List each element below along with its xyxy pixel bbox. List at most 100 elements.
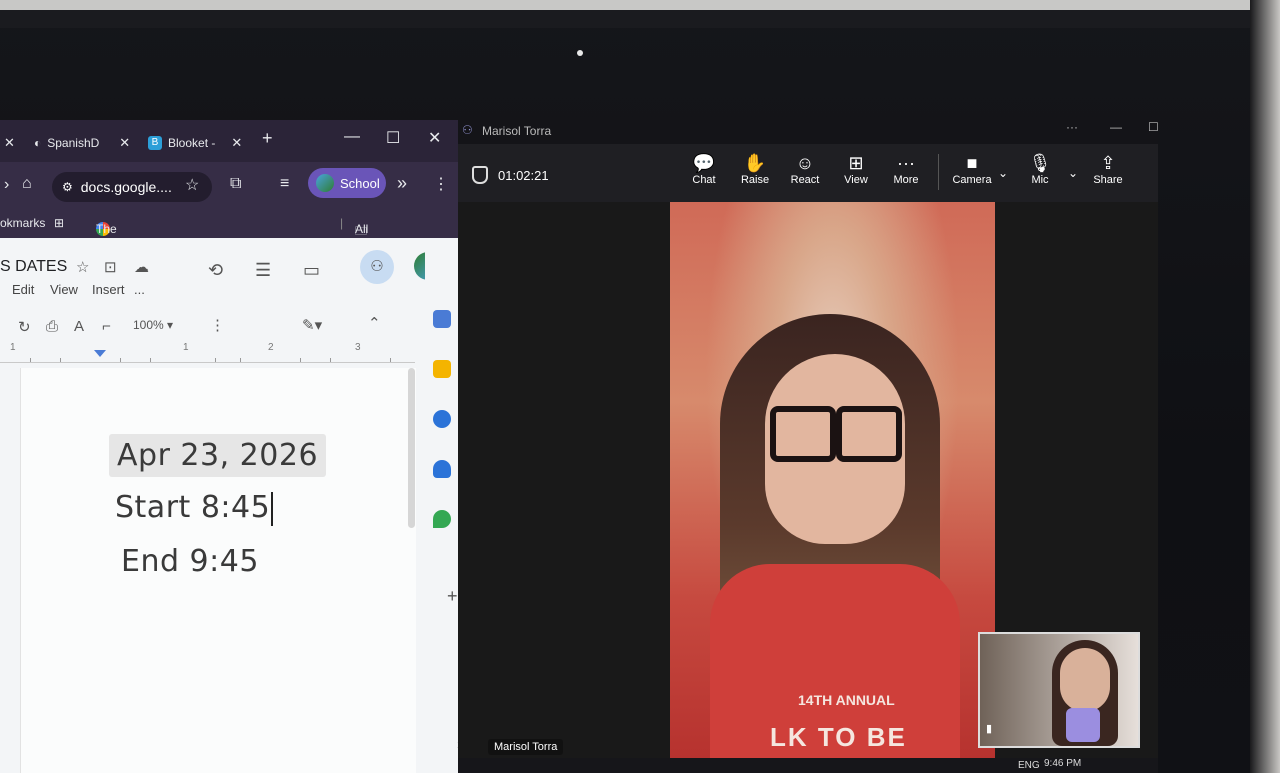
signal-icon: ▮ — [986, 723, 993, 735]
share-user-icon[interactable]: ⚇ — [360, 250, 394, 284]
menu-edit[interactable]: Edit — [12, 282, 34, 297]
calendar-icon[interactable] — [433, 310, 451, 328]
tab-bar: ✕ ◐ SpanishD ✕ B Blooket - ✕ + — ☐ ✕ — [0, 120, 460, 162]
clock[interactable]: 9:46 PM — [1044, 758, 1081, 769]
more-vert-icon[interactable]: ⋮ — [210, 316, 225, 334]
doc-scrollbar[interactable] — [408, 368, 415, 528]
new-tab-button[interactable]: + — [262, 128, 273, 149]
zoom-select[interactable]: 100% ▾ — [133, 318, 173, 332]
more-options-icon[interactable]: ··· — [1066, 120, 1078, 134]
print-icon[interactable]: ⎙ — [46, 318, 58, 335]
bookmarks-bar: okmarks ⊞ The Newspaper Cut... | 🗀 All B… — [0, 210, 460, 264]
ruler-tick — [240, 358, 241, 362]
meeting-controls: 01:02:21 💬 Chat ✋ Raise ☺ React ⊞ View ··· Mo… — [458, 144, 1158, 203]
tasks-icon[interactable] — [433, 410, 451, 428]
ruler-tick — [120, 358, 121, 362]
language-indicator[interactable]: ENG — [1018, 760, 1040, 771]
forward-icon[interactable]: › — [4, 176, 9, 194]
home-icon[interactable]: ⌂ — [22, 175, 32, 193]
close-icon[interactable]: ✕ — [119, 135, 130, 151]
paint-format-icon[interactable]: ⌐ — [102, 318, 111, 335]
share-icon: ⇪ — [1100, 153, 1116, 173]
tab-label: Blooket - — [168, 136, 216, 150]
maximize-icon[interactable]: ☐ — [386, 128, 400, 148]
chat-label: Chat — [692, 174, 716, 186]
menu-insert[interactable]: Insert — [92, 282, 125, 297]
mic-icon: 🎙 — [1028, 153, 1052, 173]
document-page[interactable]: Apr 23, 2026 Start 8:45 End 9:45 — [20, 368, 416, 773]
doc-title[interactable]: S DATES — [0, 258, 67, 276]
side-panel: + › — [425, 238, 460, 773]
spellcheck-icon[interactable]: A — [74, 318, 84, 335]
move-folder-icon[interactable]: ⊡ — [104, 258, 117, 276]
bookmark-star-icon[interactable]: ☆ — [185, 175, 199, 195]
chat-button[interactable]: 💬 Chat — [682, 152, 726, 186]
redo-icon[interactable]: ↻ — [18, 318, 31, 336]
ruler-number: 2 — [268, 342, 274, 353]
maximize-icon[interactable]: ☐ — [1148, 120, 1159, 134]
raise-label: Raise — [740, 174, 770, 186]
kebab-menu-icon[interactable]: ⋮ — [433, 174, 449, 194]
chevron-up-icon[interactable]: ⌃ — [368, 314, 381, 332]
contacts-icon[interactable] — [433, 460, 451, 478]
doc-line-end[interactable]: End 9:45 — [121, 544, 259, 579]
maps-icon[interactable] — [433, 510, 451, 528]
apps-grid-icon[interactable]: ⊞ — [54, 216, 64, 230]
chat-icon: 💬 — [692, 153, 716, 173]
minimize-icon[interactable]: — — [1110, 120, 1122, 134]
ruler[interactable]: 1 1 2 3 — [0, 342, 415, 363]
tab-spanishdict[interactable]: ◐ SpanishD ✕ — [34, 130, 130, 156]
self-view-video[interactable]: ▮ — [978, 632, 1140, 748]
tab-blooket[interactable]: B Blooket - ✕ — [148, 130, 242, 156]
zoom-value: 100% — [133, 318, 164, 332]
history-icon[interactable]: ⟲ — [208, 260, 223, 281]
more-label: More — [893, 174, 919, 186]
camera-button[interactable]: ■ Camera — [950, 152, 994, 186]
close-icon[interactable]: ✕ — [231, 135, 242, 151]
doc-line-date[interactable]: Apr 23, 2026 — [109, 434, 327, 477]
edit-mode-icon[interactable]: ✎▾ — [302, 316, 322, 334]
doc-line-start[interactable]: Start 8:45 — [115, 490, 274, 526]
add-icon[interactable]: + — [447, 586, 458, 607]
extensions-icon[interactable]: ⧉ — [230, 175, 241, 193]
reading-list-icon[interactable]: ≡ — [280, 175, 289, 193]
text-cursor — [271, 491, 274, 526]
camera-label: Camera — [952, 174, 992, 186]
profile-avatar-icon — [316, 174, 334, 192]
hand-icon: ✋ — [743, 153, 767, 173]
webcam-light — [577, 50, 583, 56]
camera-icon: ■ — [966, 153, 978, 173]
site-info-icon[interactable]: ⚙ — [62, 180, 73, 194]
ruler-number: 1 — [10, 342, 16, 353]
chevron-down-icon[interactable]: ⌄ — [998, 166, 1008, 180]
window-close-icon[interactable]: ✕ — [428, 128, 441, 148]
ruler-tick — [215, 358, 216, 362]
doc-line-start-text: Start 8:45 — [115, 490, 271, 525]
ruler-number: 1 — [183, 342, 189, 353]
chevron-down-icon[interactable]: ⌄ — [1068, 166, 1078, 180]
share-button[interactable]: ⇪ Share — [1086, 152, 1130, 186]
view-button[interactable]: ⊞ View — [834, 152, 878, 186]
participant-video[interactable]: 14TH ANNUAL LK TO BE — [670, 202, 995, 773]
comments-icon[interactable]: ☰ — [255, 260, 271, 281]
react-button[interactable]: ☺ React — [783, 152, 827, 186]
raise-hand-button[interactable]: ✋ Raise — [733, 152, 777, 186]
meet-icon[interactable]: ▭ — [303, 260, 320, 281]
menu-more[interactable]: ... — [134, 282, 145, 297]
star-icon[interactable]: ☆ — [76, 258, 89, 276]
address-text: docs.google.... — [80, 179, 172, 195]
chevron-double-icon[interactable]: » — [397, 173, 407, 194]
tab-close-icon[interactable]: ✕ — [4, 130, 15, 156]
menu-view[interactable]: View — [50, 282, 78, 297]
more-button[interactable]: ··· More — [884, 152, 928, 186]
mic-button[interactable]: 🎙 Mic — [1018, 152, 1062, 186]
keep-icon[interactable] — [433, 360, 451, 378]
bookmarks-label[interactable]: okmarks — [0, 216, 45, 230]
minimize-icon[interactable]: — — [344, 128, 360, 146]
browser-toolbar: › ⌂ ⚙ docs.google.... ☆ ⧉ ≡ School » ⋮ — [0, 162, 460, 210]
glasses — [770, 406, 902, 462]
divider: | — [340, 216, 344, 230]
indent-marker[interactable] — [94, 350, 106, 357]
profile-label: School — [340, 175, 380, 191]
profile-chip[interactable]: School — [308, 168, 386, 198]
